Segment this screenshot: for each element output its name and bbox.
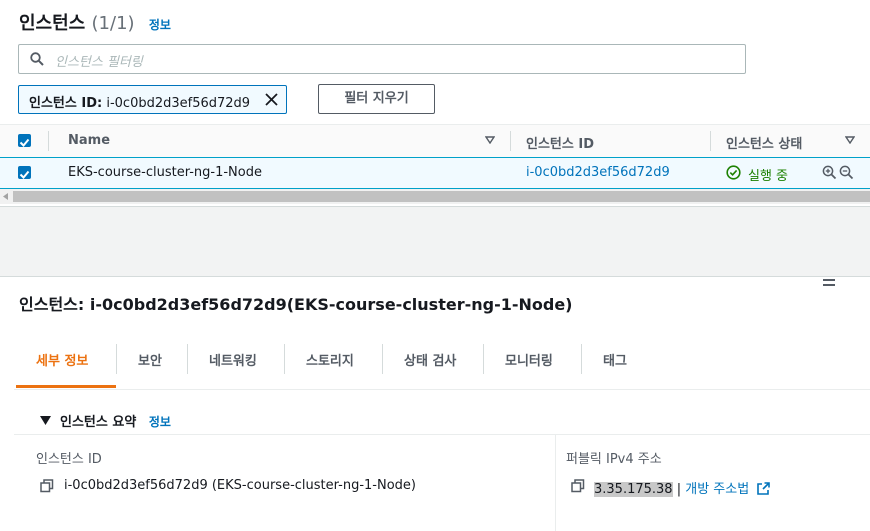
sort-down-icon[interactable] (845, 136, 855, 144)
tab-storage[interactable]: 스토리지 (306, 350, 354, 369)
external-link-icon[interactable] (757, 482, 771, 495)
filter-token-value: i-0c0bd2d3ef56d72d9 (106, 96, 251, 111)
table-row[interactable]: EKS-course-cluster-ng-1-Node i-0c0bd2d3e… (0, 157, 870, 189)
select-all-checkbox[interactable] (18, 134, 31, 147)
instance-id-value: i-0c0bd2d3ef56d72d9 (EKS-course-cluster-… (64, 478, 416, 493)
tab-separator (382, 344, 383, 374)
tab-separator (581, 344, 582, 374)
summary-info-link[interactable]: 정보 (149, 415, 171, 429)
search-input[interactable]: 인스턴스 필터링 (18, 44, 746, 74)
tab-separator (187, 344, 188, 374)
scroll-left-icon[interactable] (3, 193, 9, 200)
details-title-value: i-0c0bd2d3ef56d72d9(EKS-course-cluster-n… (89, 295, 573, 314)
clear-filters-button[interactable]: 필터 지우기 (318, 84, 435, 114)
copy-icon[interactable] (571, 479, 585, 493)
caret-down-icon[interactable] (40, 416, 51, 425)
zoom-out-icon[interactable] (839, 165, 854, 180)
public-ipv4-label: 퍼블릭 IPv4 주소 (566, 452, 662, 467)
instance-id-label: 인스턴스 ID (36, 452, 102, 467)
info-link[interactable]: 정보 (149, 18, 171, 32)
tab-separator (116, 344, 117, 374)
tab-tags[interactable]: 태그 (603, 350, 627, 369)
value-separator: | (676, 482, 682, 497)
column-separator (510, 131, 511, 151)
split-pane-spacer (0, 206, 870, 277)
filter-token-key: 인스턴스 ID: (29, 96, 103, 111)
row-checkbox[interactable] (18, 166, 31, 179)
column-separator (48, 131, 49, 151)
public-ipv4-value: 3.35.175.38 (594, 482, 673, 497)
column-header-instance-state[interactable]: 인스턴스 상태 (726, 133, 802, 152)
panel-title: 인스턴스 (1/1) 정보 (19, 9, 171, 35)
close-icon[interactable] (265, 93, 278, 106)
tab-status-checks[interactable]: 상태 검사 (404, 350, 456, 369)
tab-monitoring[interactable]: 모니터링 (505, 350, 553, 369)
instance-count: (1/1) (91, 13, 135, 34)
search-placeholder: 인스턴스 필터링 (55, 55, 143, 70)
summary-heading-text: 인스턴스 요약 (60, 415, 137, 430)
check-icon (19, 170, 30, 179)
section-divider (14, 434, 870, 435)
table-header: Name 인스턴스 ID 인스턴스 상태 (0, 124, 870, 158)
column-header-instance-id[interactable]: 인스턴스 ID (526, 133, 594, 152)
details-title: 인스턴스: i-0c0bd2d3ef56d72d9(EKS-course-clu… (19, 291, 573, 315)
row-state: 실행 중 (748, 169, 789, 184)
column-divider (555, 434, 556, 531)
public-ipv4-row: 3.35.175.38 | 개방 주소법 (594, 478, 771, 497)
drag-handle[interactable] (823, 279, 835, 289)
check-circle-icon (726, 165, 741, 180)
copy-icon[interactable] (40, 479, 54, 493)
tab-details[interactable]: 세부 정보 (36, 350, 88, 369)
row-instance-id-link[interactable]: i-0c0bd2d3ef56d72d9 (526, 165, 670, 180)
tab-security[interactable]: 보안 (138, 350, 162, 369)
filter-token[interactable]: 인스턴스 ID: i-0c0bd2d3ef56d72d9 (18, 85, 287, 114)
open-address-link[interactable]: 개방 주소법 (685, 482, 749, 497)
panel-title-text: 인스턴스 (19, 13, 86, 34)
sort-down-icon[interactable] (485, 136, 495, 144)
scrollbar-thumb[interactable] (13, 191, 870, 202)
column-separator (710, 131, 711, 151)
tab-separator (284, 344, 285, 374)
column-header-name[interactable]: Name (68, 133, 110, 148)
summary-heading[interactable]: 인스턴스 요약 정보 (60, 411, 171, 430)
check-icon (19, 138, 30, 147)
active-tab-indicator (16, 385, 116, 388)
row-name: EKS-course-cluster-ng-1-Node (68, 165, 262, 180)
search-icon (30, 52, 44, 66)
details-title-prefix: 인스턴스: (19, 295, 85, 314)
tab-networking[interactable]: 네트워킹 (209, 350, 257, 369)
filter-token-label: 인스턴스 ID: i-0c0bd2d3ef56d72d9 (29, 92, 250, 111)
zoom-in-icon[interactable] (822, 165, 837, 180)
details-tabs: 세부 정보 보안 네트워킹 스토리지 상태 검사 모니터링 태그 (14, 329, 870, 390)
tab-separator (483, 344, 484, 374)
